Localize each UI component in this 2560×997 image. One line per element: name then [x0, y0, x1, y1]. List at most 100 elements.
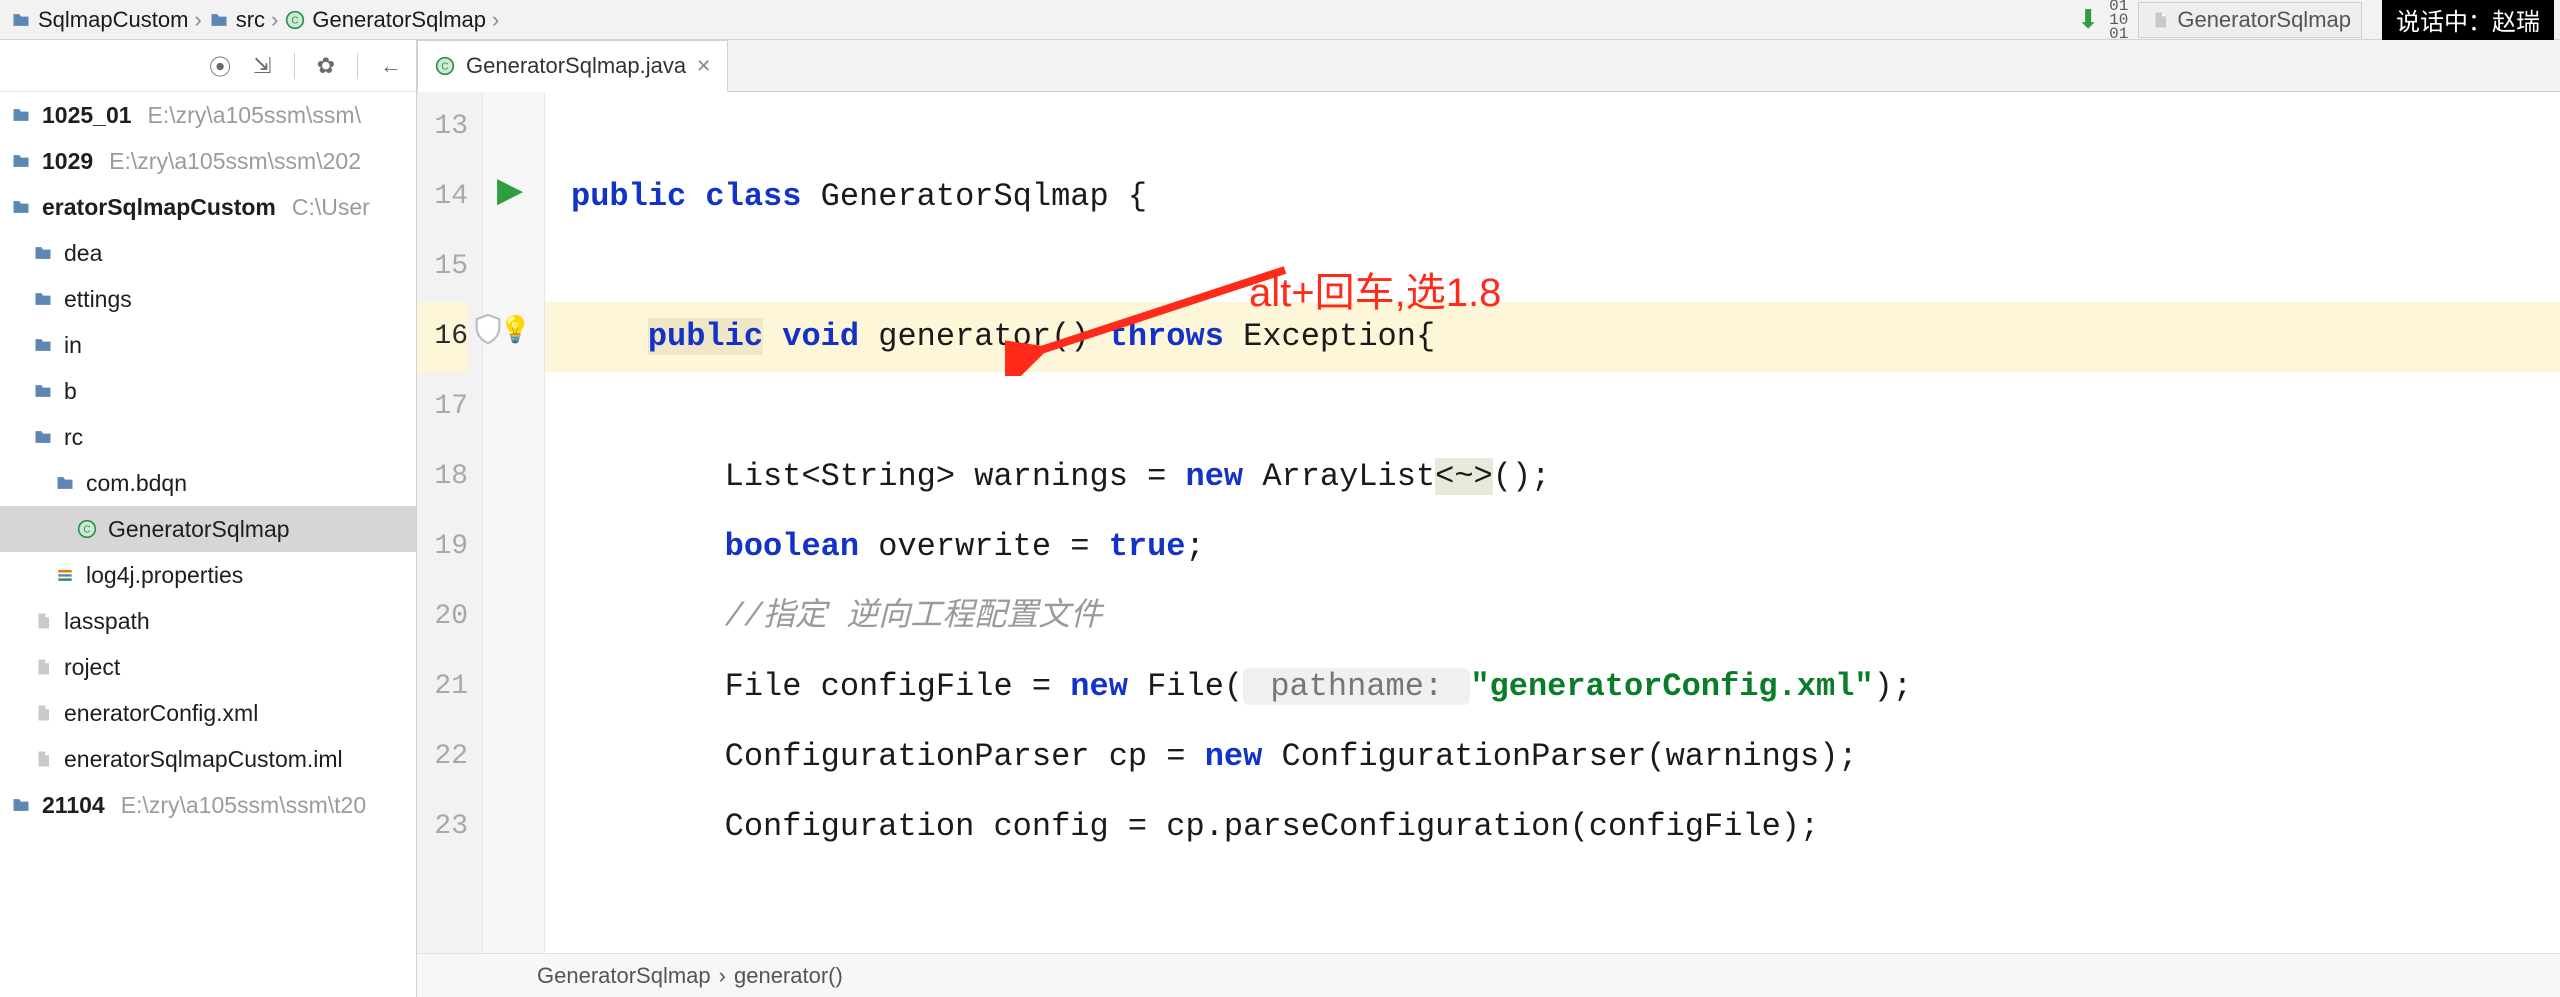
chevron-right-icon: › — [192, 7, 203, 33]
close-icon[interactable]: ✕ — [696, 56, 711, 77]
code-editor[interactable]: alt+回车,选1.8 public class GeneratorSqlmap… — [545, 92, 2560, 953]
tree-item[interactable]: roject — [0, 644, 416, 690]
tree-item[interactable]: eratorSqlmapCustom C:\User — [0, 184, 416, 230]
tree-item-hint: E:\zry\a105ssm\ssm\ — [148, 92, 361, 138]
svg-text:C: C — [292, 15, 299, 26]
file-icon — [32, 748, 54, 770]
call-overlay: 说话中：赵瑞 — [2382, 0, 2554, 43]
tree-item[interactable]: lasspath — [0, 598, 416, 644]
tree-item-label: 1025_01 — [42, 92, 132, 138]
folder-icon — [208, 9, 230, 31]
separator — [294, 53, 295, 79]
tree-item-label: lasspath — [64, 598, 150, 644]
crumb-folder[interactable]: src — [204, 7, 269, 33]
tree-item-label: b — [64, 368, 77, 414]
project-sidebar: ⦿ ⇲ ✿ ← 1025_01 E:\zry\a105ssm\ssm\ 1029 E:… — [0, 40, 417, 997]
code-line[interactable]: ConfigurationParser cp = new Configurati… — [545, 722, 2560, 792]
chevron-right-icon: › — [719, 963, 726, 989]
tree-item-label: eneratorConfig.xml — [64, 690, 258, 736]
tree-item[interactable]: dea — [0, 230, 416, 276]
tree-item-label: com.bdqn — [86, 460, 187, 506]
code-line[interactable]: File configFile = new File( pathname: "g… — [545, 652, 2560, 722]
tree-item-label: GeneratorSqlmap — [108, 506, 290, 552]
chevron-right-icon: › — [490, 7, 501, 33]
tree-item[interactable]: in — [0, 322, 416, 368]
tree-item[interactable]: rc — [0, 414, 416, 460]
tree-item[interactable]: C GeneratorSqlmap — [0, 506, 416, 552]
crumb-method[interactable]: generator() — [734, 963, 843, 989]
class-icon: C — [434, 55, 456, 77]
folder-icon — [32, 242, 54, 264]
tree-item[interactable]: 1025_01 E:\zry\a105ssm\ssm\ — [0, 92, 416, 138]
editor-tab[interactable]: C GeneratorSqlmap.java ✕ — [417, 40, 728, 92]
scratch-tab-label: GeneratorSqlmap — [2177, 7, 2351, 33]
folder-icon — [32, 380, 54, 402]
folder-icon — [32, 426, 54, 448]
binary-icon[interactable]: 01 10 01 — [2109, 0, 2128, 41]
tree-item-label: ettings — [64, 276, 132, 322]
crumb-folder-label: src — [236, 7, 265, 33]
tree-item-label: 21104 — [42, 782, 105, 828]
file-icon — [2149, 9, 2171, 31]
editor-breadcrumbs[interactable]: GeneratorSqlmap › generator() — [417, 953, 2560, 997]
proj-icon — [10, 104, 32, 126]
tree-item-label: log4j.properties — [86, 552, 243, 598]
tree-item[interactable]: ettings — [0, 276, 416, 322]
chevron-right-icon: › — [269, 7, 280, 33]
pkg-icon — [54, 472, 76, 494]
code-line[interactable]: public class GeneratorSqlmap { — [545, 162, 2560, 232]
tree-item[interactable]: 1029 E:\zry\a105ssm\ssm\202 — [0, 138, 416, 184]
tree-item-hint: E:\zry\a105ssm\ssm\t20 — [121, 782, 366, 828]
intention-bulb-icon[interactable]: 💡 — [499, 314, 531, 345]
code-line[interactable]: //指定 逆向工程配置文件 — [545, 582, 2560, 652]
tree-item-label: rc — [64, 414, 83, 460]
crumb-class[interactable]: C GeneratorSqlmap — [280, 7, 490, 33]
tree-item-label: roject — [64, 644, 120, 690]
tree-item[interactable]: eneratorSqlmapCustom.iml — [0, 736, 416, 782]
scratch-tab[interactable]: GeneratorSqlmap — [2138, 2, 2362, 38]
project-tree[interactable]: 1025_01 E:\zry\a105ssm\ssm\ 1029 E:\zry\a10… — [0, 92, 416, 828]
code-line[interactable]: public void generator() throws Exception… — [545, 302, 2560, 372]
sidebar-toolbar: ⦿ ⇲ ✿ ← — [0, 40, 416, 92]
tree-item[interactable]: eneratorConfig.xml — [0, 690, 416, 736]
editor-tabs: C GeneratorSqlmap.java ✕ — [417, 40, 2560, 92]
file-icon — [32, 656, 54, 678]
expand-icon[interactable]: ⇲ — [253, 53, 271, 79]
tree-item[interactable]: com.bdqn — [0, 460, 416, 506]
tree-item[interactable]: b — [0, 368, 416, 414]
code-line[interactable]: Configuration config = cp.parseConfigura… — [545, 792, 2560, 862]
separator — [357, 53, 358, 79]
proj-icon — [10, 794, 32, 816]
folder-icon — [32, 288, 54, 310]
gear-icon[interactable]: ✿ — [317, 53, 335, 79]
tree-item[interactable]: 21104 E:\zry\a105ssm\ssm\t20 — [0, 782, 416, 828]
code-line[interactable]: boolean overwrite = true; — [545, 512, 2560, 582]
tree-item-label: 1029 — [42, 138, 93, 184]
crumb-class[interactable]: GeneratorSqlmap — [537, 963, 711, 989]
download-icon[interactable]: ⬇ — [2077, 9, 2099, 31]
folder-icon — [32, 334, 54, 356]
crumb-project[interactable]: SqlmapCustom — [6, 7, 192, 33]
tree-item-hint: E:\zry\a105ssm\ssm\202 — [109, 138, 361, 184]
tree-item-label: eratorSqlmapCustom — [42, 184, 276, 230]
prop-icon — [54, 564, 76, 586]
gutter-icon-strip: ▶ 💡 — [483, 92, 545, 953]
code-line[interactable] — [545, 232, 2560, 302]
gutter[interactable]: 1314151617181920212223 — [417, 92, 483, 953]
class-icon: C — [76, 518, 98, 540]
crumb-project-label: SqlmapCustom — [38, 7, 188, 33]
tree-item[interactable]: log4j.properties — [0, 552, 416, 598]
svg-text:C: C — [83, 524, 90, 535]
tree-item-label: eneratorSqlmapCustom.iml — [64, 736, 343, 782]
code-line[interactable] — [545, 372, 2560, 442]
proj-icon — [10, 150, 32, 172]
code-line[interactable] — [545, 92, 2560, 162]
proj-icon — [10, 196, 32, 218]
svg-text:C: C — [441, 61, 448, 72]
run-icon[interactable]: ▶ — [497, 170, 523, 210]
code-line[interactable]: List<String> warnings = new ArrayList<~>… — [545, 442, 2560, 512]
collapse-icon[interactable]: ← — [380, 53, 402, 79]
tree-item-hint: C:\User — [292, 184, 370, 230]
locate-icon[interactable]: ⦿ — [209, 50, 231, 82]
tree-item-label: in — [64, 322, 82, 368]
